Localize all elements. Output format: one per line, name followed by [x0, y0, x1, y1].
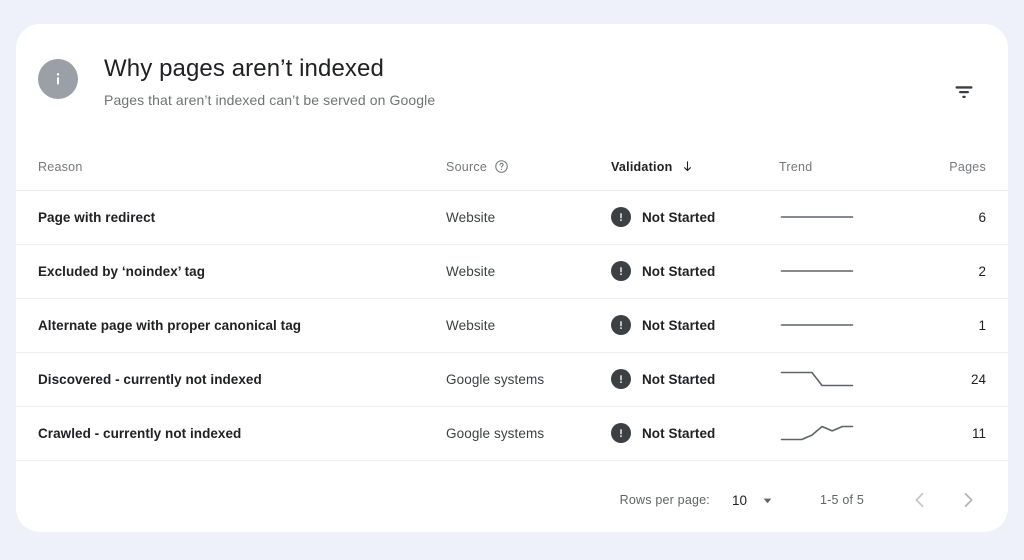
cell-pages: 1: [889, 298, 1008, 353]
chevron-down-icon: [761, 494, 774, 507]
table-row[interactable]: Page with redirect Website Not Started 6: [16, 190, 1008, 245]
cell-reason[interactable]: Excluded by ‘noindex’ tag: [16, 244, 446, 299]
rows-per-page-select[interactable]: 10: [732, 493, 774, 508]
cell-trend: [779, 298, 889, 353]
cell-source: Website: [446, 244, 611, 299]
column-header-validation-label: Validation: [611, 159, 673, 174]
trend-sparkline: [780, 425, 854, 441]
table-body: Page with redirect Website Not Started 6 Exc…: [16, 190, 1008, 461]
column-header-source-label: Source: [446, 159, 488, 174]
trend-sparkline: [780, 324, 854, 326]
validation-status-label: Not Started: [642, 209, 716, 225]
exclamation-circle-icon: [611, 369, 631, 389]
filter-icon[interactable]: [946, 74, 982, 110]
table-pagination: Rows per page: 10 1-5 of 5: [16, 468, 1008, 532]
header-text-block: Why pages aren’t indexed Pages that aren…: [104, 54, 435, 110]
cell-validation: Not Started: [611, 244, 779, 299]
table-row[interactable]: Crawled - currently not indexed Google sy…: [16, 406, 1008, 461]
page-subtitle: Pages that aren’t indexed can’t be serve…: [104, 92, 436, 108]
rows-per-page-value: 10: [731, 492, 747, 508]
exclamation-circle-icon: [611, 423, 631, 443]
validation-status-label: Not Started: [642, 263, 716, 279]
exclamation-circle-icon: [611, 207, 631, 227]
cell-validation: Not Started: [611, 406, 779, 461]
trend-sparkline: [780, 216, 854, 218]
column-header-pages-label: Pages: [949, 159, 986, 174]
exclamation-circle-icon: [611, 261, 631, 281]
table-header: Reason Source Validation Trend Pages: [16, 144, 1008, 191]
indexing-reasons-card: Why pages aren’t indexed Pages that aren…: [16, 24, 1008, 532]
table-header-row: Reason Source Validation Trend Pages: [16, 144, 1008, 191]
cell-trend: [779, 244, 889, 299]
cell-reason[interactable]: Discovered - currently not indexed: [16, 352, 446, 407]
column-header-reason[interactable]: Reason: [16, 144, 446, 191]
cell-reason[interactable]: Alternate page with proper canonical tag: [16, 298, 446, 353]
table-row[interactable]: Excluded by ‘noindex’ tag Website Not Star…: [16, 244, 1008, 299]
cell-source: Google systems: [446, 406, 611, 461]
cell-pages: 2: [889, 244, 1008, 299]
trend-sparkline: [780, 270, 854, 272]
column-header-pages[interactable]: Pages: [889, 144, 1008, 191]
cell-source: Website: [446, 298, 611, 353]
column-header-reason-label: Reason: [38, 159, 83, 174]
indexing-reasons-table: Reason Source Validation Trend Pages Pag…: [16, 144, 1008, 461]
cell-pages: 6: [889, 190, 1008, 245]
chevron-left-icon[interactable]: [902, 482, 938, 518]
trend-sparkline: [780, 371, 854, 387]
cell-source: Google systems: [446, 352, 611, 407]
cell-trend: [779, 190, 889, 245]
column-header-trend-label: Trend: [779, 159, 813, 174]
pagination-range-label: 1-5 of 5: [820, 493, 864, 507]
cell-validation: Not Started: [611, 190, 779, 245]
validation-status-label: Not Started: [642, 371, 716, 387]
card-header: Why pages aren’t indexed Pages that aren…: [16, 24, 1008, 144]
column-header-validation[interactable]: Validation: [611, 144, 779, 191]
cell-reason[interactable]: Crawled - currently not indexed: [16, 406, 446, 461]
page-background: Why pages aren’t indexed Pages that aren…: [0, 0, 1024, 560]
table-row[interactable]: Discovered - currently not indexed Google…: [16, 352, 1008, 407]
cell-pages: 24: [889, 352, 1008, 407]
cell-reason[interactable]: Page with redirect: [16, 190, 446, 245]
cell-source: Website: [446, 190, 611, 245]
validation-status-label: Not Started: [642, 425, 716, 441]
page-title: Why pages aren’t indexed: [104, 55, 384, 82]
cell-trend: [779, 352, 889, 407]
chevron-right-icon[interactable]: [950, 482, 986, 518]
cell-trend: [779, 406, 889, 461]
validation-status-label: Not Started: [642, 317, 716, 333]
table-row[interactable]: Alternate page with proper canonical tag…: [16, 298, 1008, 353]
cell-validation: Not Started: [611, 352, 779, 407]
column-header-source[interactable]: Source: [446, 144, 611, 191]
info-icon: [38, 59, 78, 99]
column-header-trend[interactable]: Trend: [779, 144, 889, 191]
help-circle-icon[interactable]: [494, 159, 509, 174]
cell-validation: Not Started: [611, 298, 779, 353]
exclamation-circle-icon: [611, 315, 631, 335]
cell-pages: 11: [889, 406, 1008, 461]
rows-per-page-label: Rows per page:: [619, 493, 710, 507]
arrow-down-icon: [680, 159, 695, 174]
